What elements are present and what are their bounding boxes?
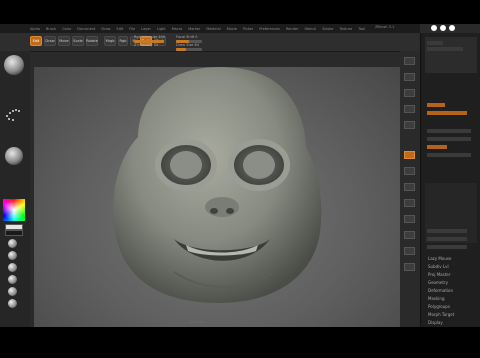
- menu-item[interactable]: Texture: [339, 27, 352, 31]
- menu-bar: Alpha Brush Color Document Draw Edit Fil…: [0, 24, 420, 33]
- actual-size-button[interactable]: [404, 89, 415, 97]
- document-canvas[interactable]: [34, 67, 400, 341]
- top-toolbar: Edit Draw Move Scale Rotate Mrgb Rgb M Z…: [0, 33, 420, 52]
- stroke-icon[interactable]: [4, 105, 24, 125]
- right-shelf: [400, 51, 420, 327]
- tray-item-display[interactable]: Display: [428, 320, 443, 325]
- subpanel: [425, 183, 477, 243]
- draw-size-slider[interactable]: [176, 48, 202, 51]
- scroll-button[interactable]: [404, 57, 415, 65]
- color-picker[interactable]: [3, 199, 25, 221]
- menu-item[interactable]: Layer: [141, 27, 151, 31]
- menu-item[interactable]: Color: [62, 27, 71, 31]
- zbrush-window: Alpha Brush Color Document Draw Edit Fil…: [0, 24, 480, 341]
- tray-active-row[interactable]: [427, 145, 447, 149]
- maximize-icon[interactable]: [440, 25, 446, 31]
- menu-item[interactable]: Edit: [117, 27, 124, 31]
- brush-icon[interactable]: [8, 275, 17, 284]
- menu-item[interactable]: Marker: [188, 27, 200, 31]
- tray-item-masking[interactable]: Masking: [428, 296, 445, 301]
- video-letterbox-bottom: [0, 327, 480, 358]
- menu-item[interactable]: Alpha: [30, 27, 40, 31]
- mrgb-button[interactable]: Mrgb: [104, 36, 116, 46]
- tray-row[interactable]: [427, 245, 467, 249]
- tray-item-lazy-mouse[interactable]: Lazy Mouse: [428, 256, 451, 261]
- tray-item-polygroups[interactable]: Polygroups: [428, 304, 450, 309]
- tray-row[interactable]: [427, 237, 467, 241]
- right-eyeball: [243, 151, 275, 179]
- brush-icon[interactable]: [8, 251, 17, 260]
- menu-item[interactable]: Document: [77, 27, 95, 31]
- tray-item-morph-target[interactable]: Morph Target: [428, 312, 454, 317]
- menu-item[interactable]: Picker: [243, 27, 253, 31]
- menu-item[interactable]: Tool: [358, 27, 365, 31]
- tray-item-deformation[interactable]: Deformation: [428, 288, 453, 293]
- left-shelf: [0, 51, 30, 327]
- tray-row[interactable]: [427, 137, 471, 141]
- menu-item[interactable]: Preferences: [259, 27, 280, 31]
- tray-active-row[interactable]: [427, 111, 467, 115]
- head-shape: [113, 67, 322, 303]
- secondary-color-swatch[interactable]: [5, 230, 23, 236]
- frame-button[interactable]: [404, 199, 415, 207]
- persp-button[interactable]: [404, 121, 415, 129]
- z-intensity-label: Z Intensity 25: [134, 43, 159, 47]
- right-nostril: [226, 208, 234, 214]
- left-nostril: [210, 208, 218, 214]
- status-bar-text: 1 0 0 0 0: [190, 320, 204, 324]
- tray-active-row[interactable]: [427, 103, 445, 107]
- left-eyeball: [170, 151, 202, 179]
- scale-view-button[interactable]: [404, 231, 415, 239]
- menu-item[interactable]: Render: [286, 27, 298, 31]
- menu-item[interactable]: File: [129, 27, 135, 31]
- nose: [205, 197, 239, 217]
- menu-item[interactable]: Macro: [172, 27, 183, 31]
- brush-sphere-icon[interactable]: [5, 147, 23, 165]
- rgb-button[interactable]: Rgb: [118, 36, 128, 46]
- rotate-view-button[interactable]: [404, 247, 415, 255]
- menu-item[interactable]: Movie: [227, 27, 237, 31]
- scale-button[interactable]: Scale: [72, 36, 84, 46]
- menu-item[interactable]: Material: [206, 27, 220, 31]
- tray-row[interactable]: [427, 41, 443, 45]
- menu-item[interactable]: Draw: [101, 27, 110, 31]
- menu-item[interactable]: Brush: [46, 27, 56, 31]
- tray-row[interactable]: [427, 129, 471, 133]
- draw-button[interactable]: Draw: [44, 36, 56, 46]
- close-icon[interactable]: [449, 25, 455, 31]
- sculpt-model: [113, 67, 322, 303]
- brush-icon[interactable]: [8, 263, 17, 272]
- window-title: ZBrush 3.1: [375, 25, 395, 29]
- xyz-button[interactable]: [404, 183, 415, 191]
- brush-icon[interactable]: [8, 239, 17, 248]
- minimize-icon[interactable]: [431, 25, 437, 31]
- tray-row[interactable]: [427, 153, 471, 157]
- draw-size-label: Draw Size 64: [176, 43, 200, 47]
- menu-item[interactable]: Stencil: [304, 27, 316, 31]
- tray-item-geometry[interactable]: Geometry: [428, 280, 448, 285]
- local-button[interactable]: [404, 167, 415, 175]
- aahalf-button[interactable]: [404, 105, 415, 113]
- move-button[interactable]: Move: [58, 36, 70, 46]
- material-sphere-icon[interactable]: [4, 55, 24, 75]
- focal-shift-label: Focal Shift 0: [176, 35, 198, 39]
- right-tray: Lazy Mouse Subdiv Lvl Proj Master Geomet…: [420, 33, 480, 327]
- menu-item[interactable]: Stroke: [322, 27, 333, 31]
- brush-icon[interactable]: [8, 299, 17, 308]
- floor-button[interactable]: [404, 151, 415, 159]
- rgb-intensity-label: Rgb Intensity 100: [134, 35, 166, 39]
- edit-button[interactable]: Edit: [30, 36, 42, 46]
- tray-row[interactable]: [427, 47, 463, 51]
- polyf-button[interactable]: [404, 263, 415, 271]
- video-letterbox-top: [0, 0, 480, 24]
- move-view-button[interactable]: [404, 215, 415, 223]
- tray-item-subdiv[interactable]: Subdiv Lvl: [428, 264, 449, 269]
- menu-item[interactable]: Light: [157, 27, 166, 31]
- rotate-button[interactable]: Rotate: [86, 36, 98, 46]
- window-controls: [431, 25, 455, 31]
- tray-item-proj-master[interactable]: Proj Master: [428, 272, 450, 277]
- brush-icon[interactable]: [8, 287, 17, 296]
- tray-row[interactable]: [427, 229, 467, 233]
- zoom-button[interactable]: [404, 73, 415, 81]
